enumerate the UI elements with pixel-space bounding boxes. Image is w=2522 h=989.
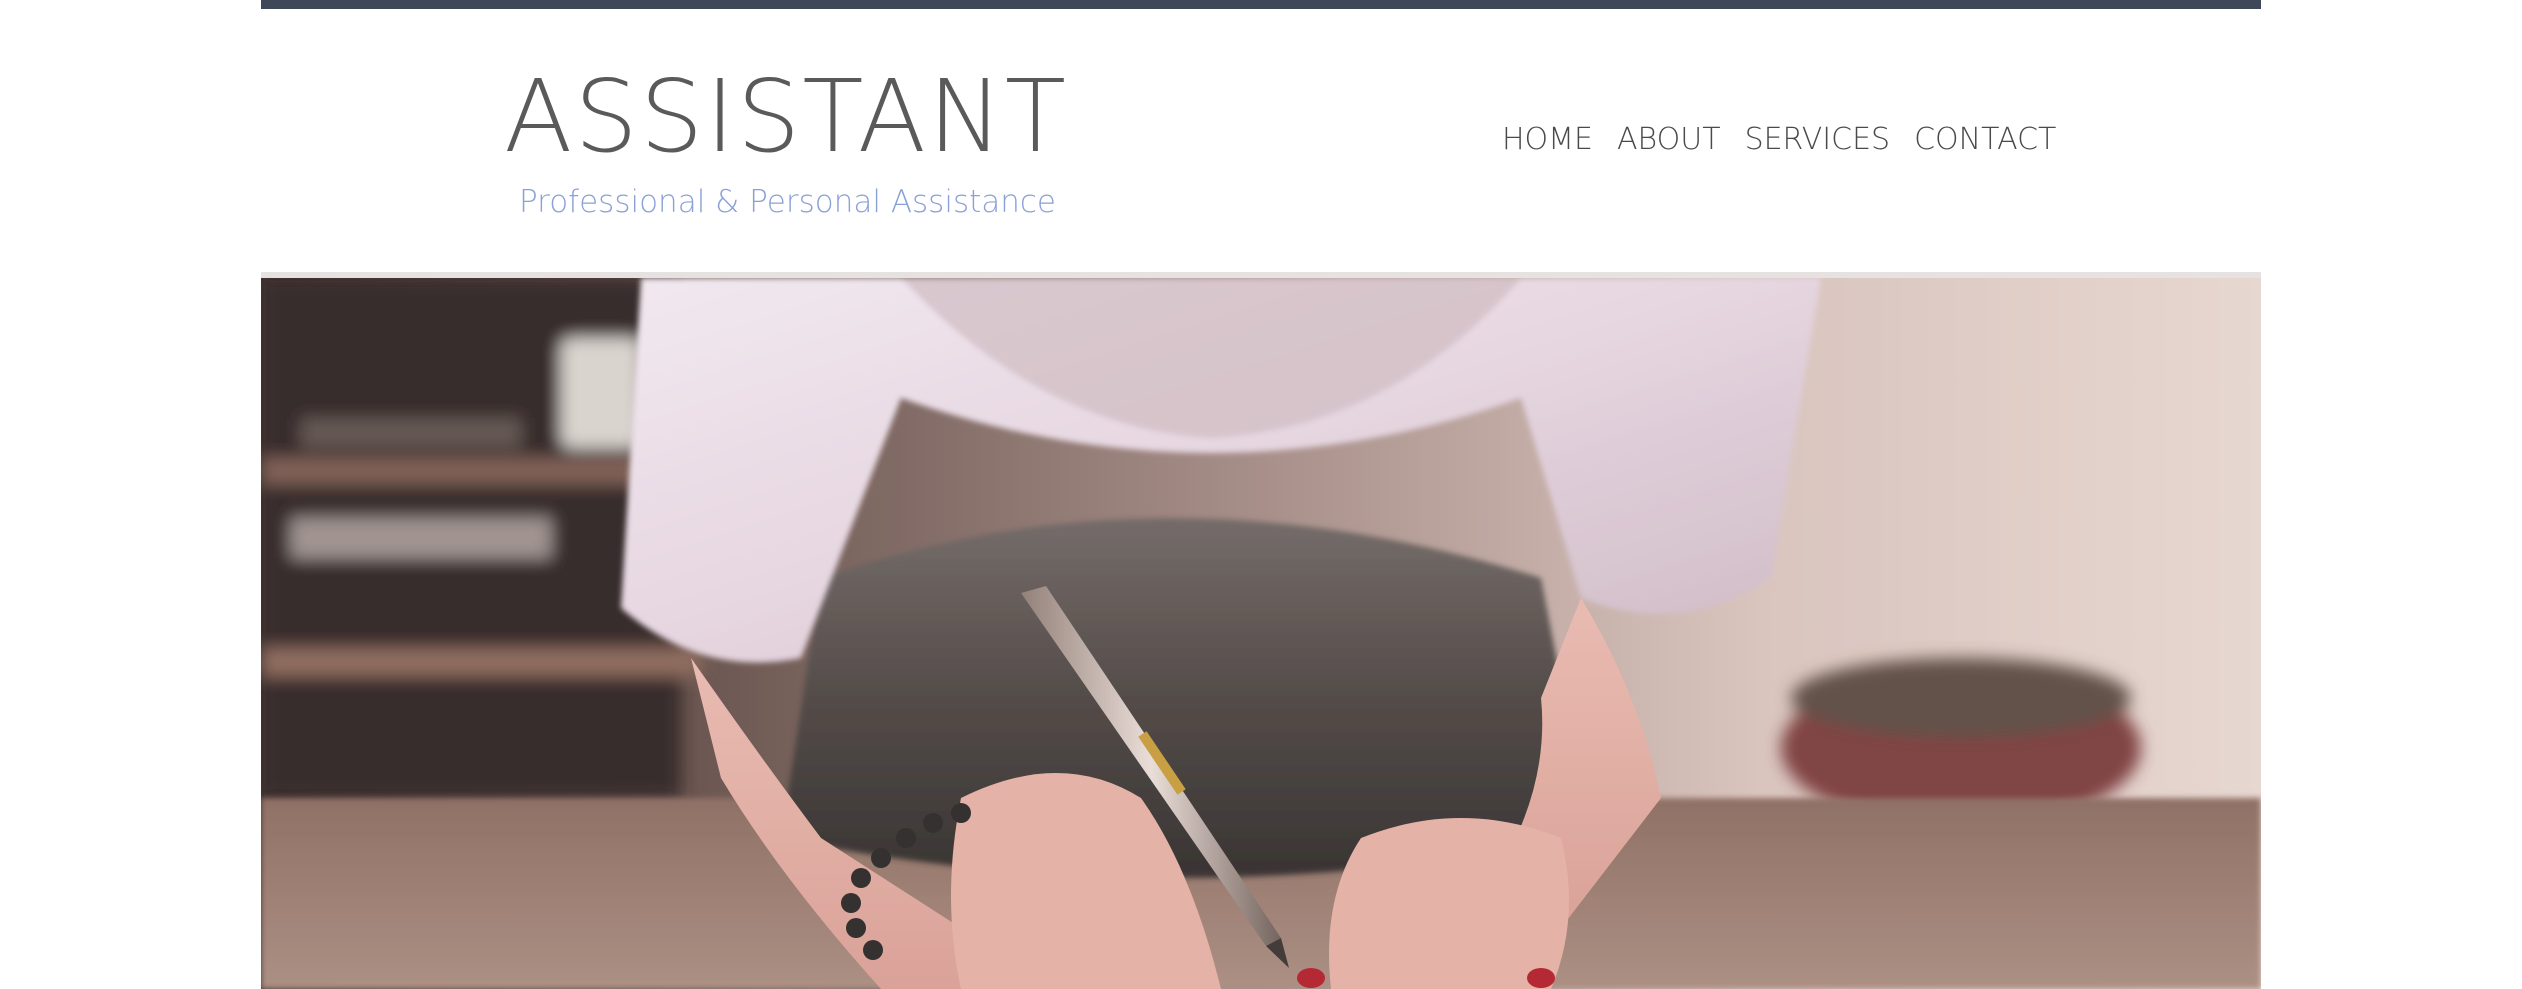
nav-item-about[interactable]: ABOUT xyxy=(1617,118,1721,162)
site-container: ASSISTANT Professional & Personal Assist… xyxy=(261,0,2261,989)
page: ASSISTANT Professional & Personal Assist… xyxy=(0,0,2522,989)
nav-item-home[interactable]: HOME xyxy=(1502,118,1593,162)
main-nav: HOME ABOUT SERVICES CONTACT xyxy=(1502,118,2056,162)
nav-item-services[interactable]: SERVICES xyxy=(1745,118,1891,162)
hero-image xyxy=(261,278,2261,989)
site-title[interactable]: ASSISTANT xyxy=(504,58,1066,176)
nav-item-contact[interactable]: CONTACT xyxy=(1914,118,2056,162)
top-accent-bar xyxy=(261,0,2261,9)
site-tagline: Professional & Personal Assistance xyxy=(519,184,1057,220)
